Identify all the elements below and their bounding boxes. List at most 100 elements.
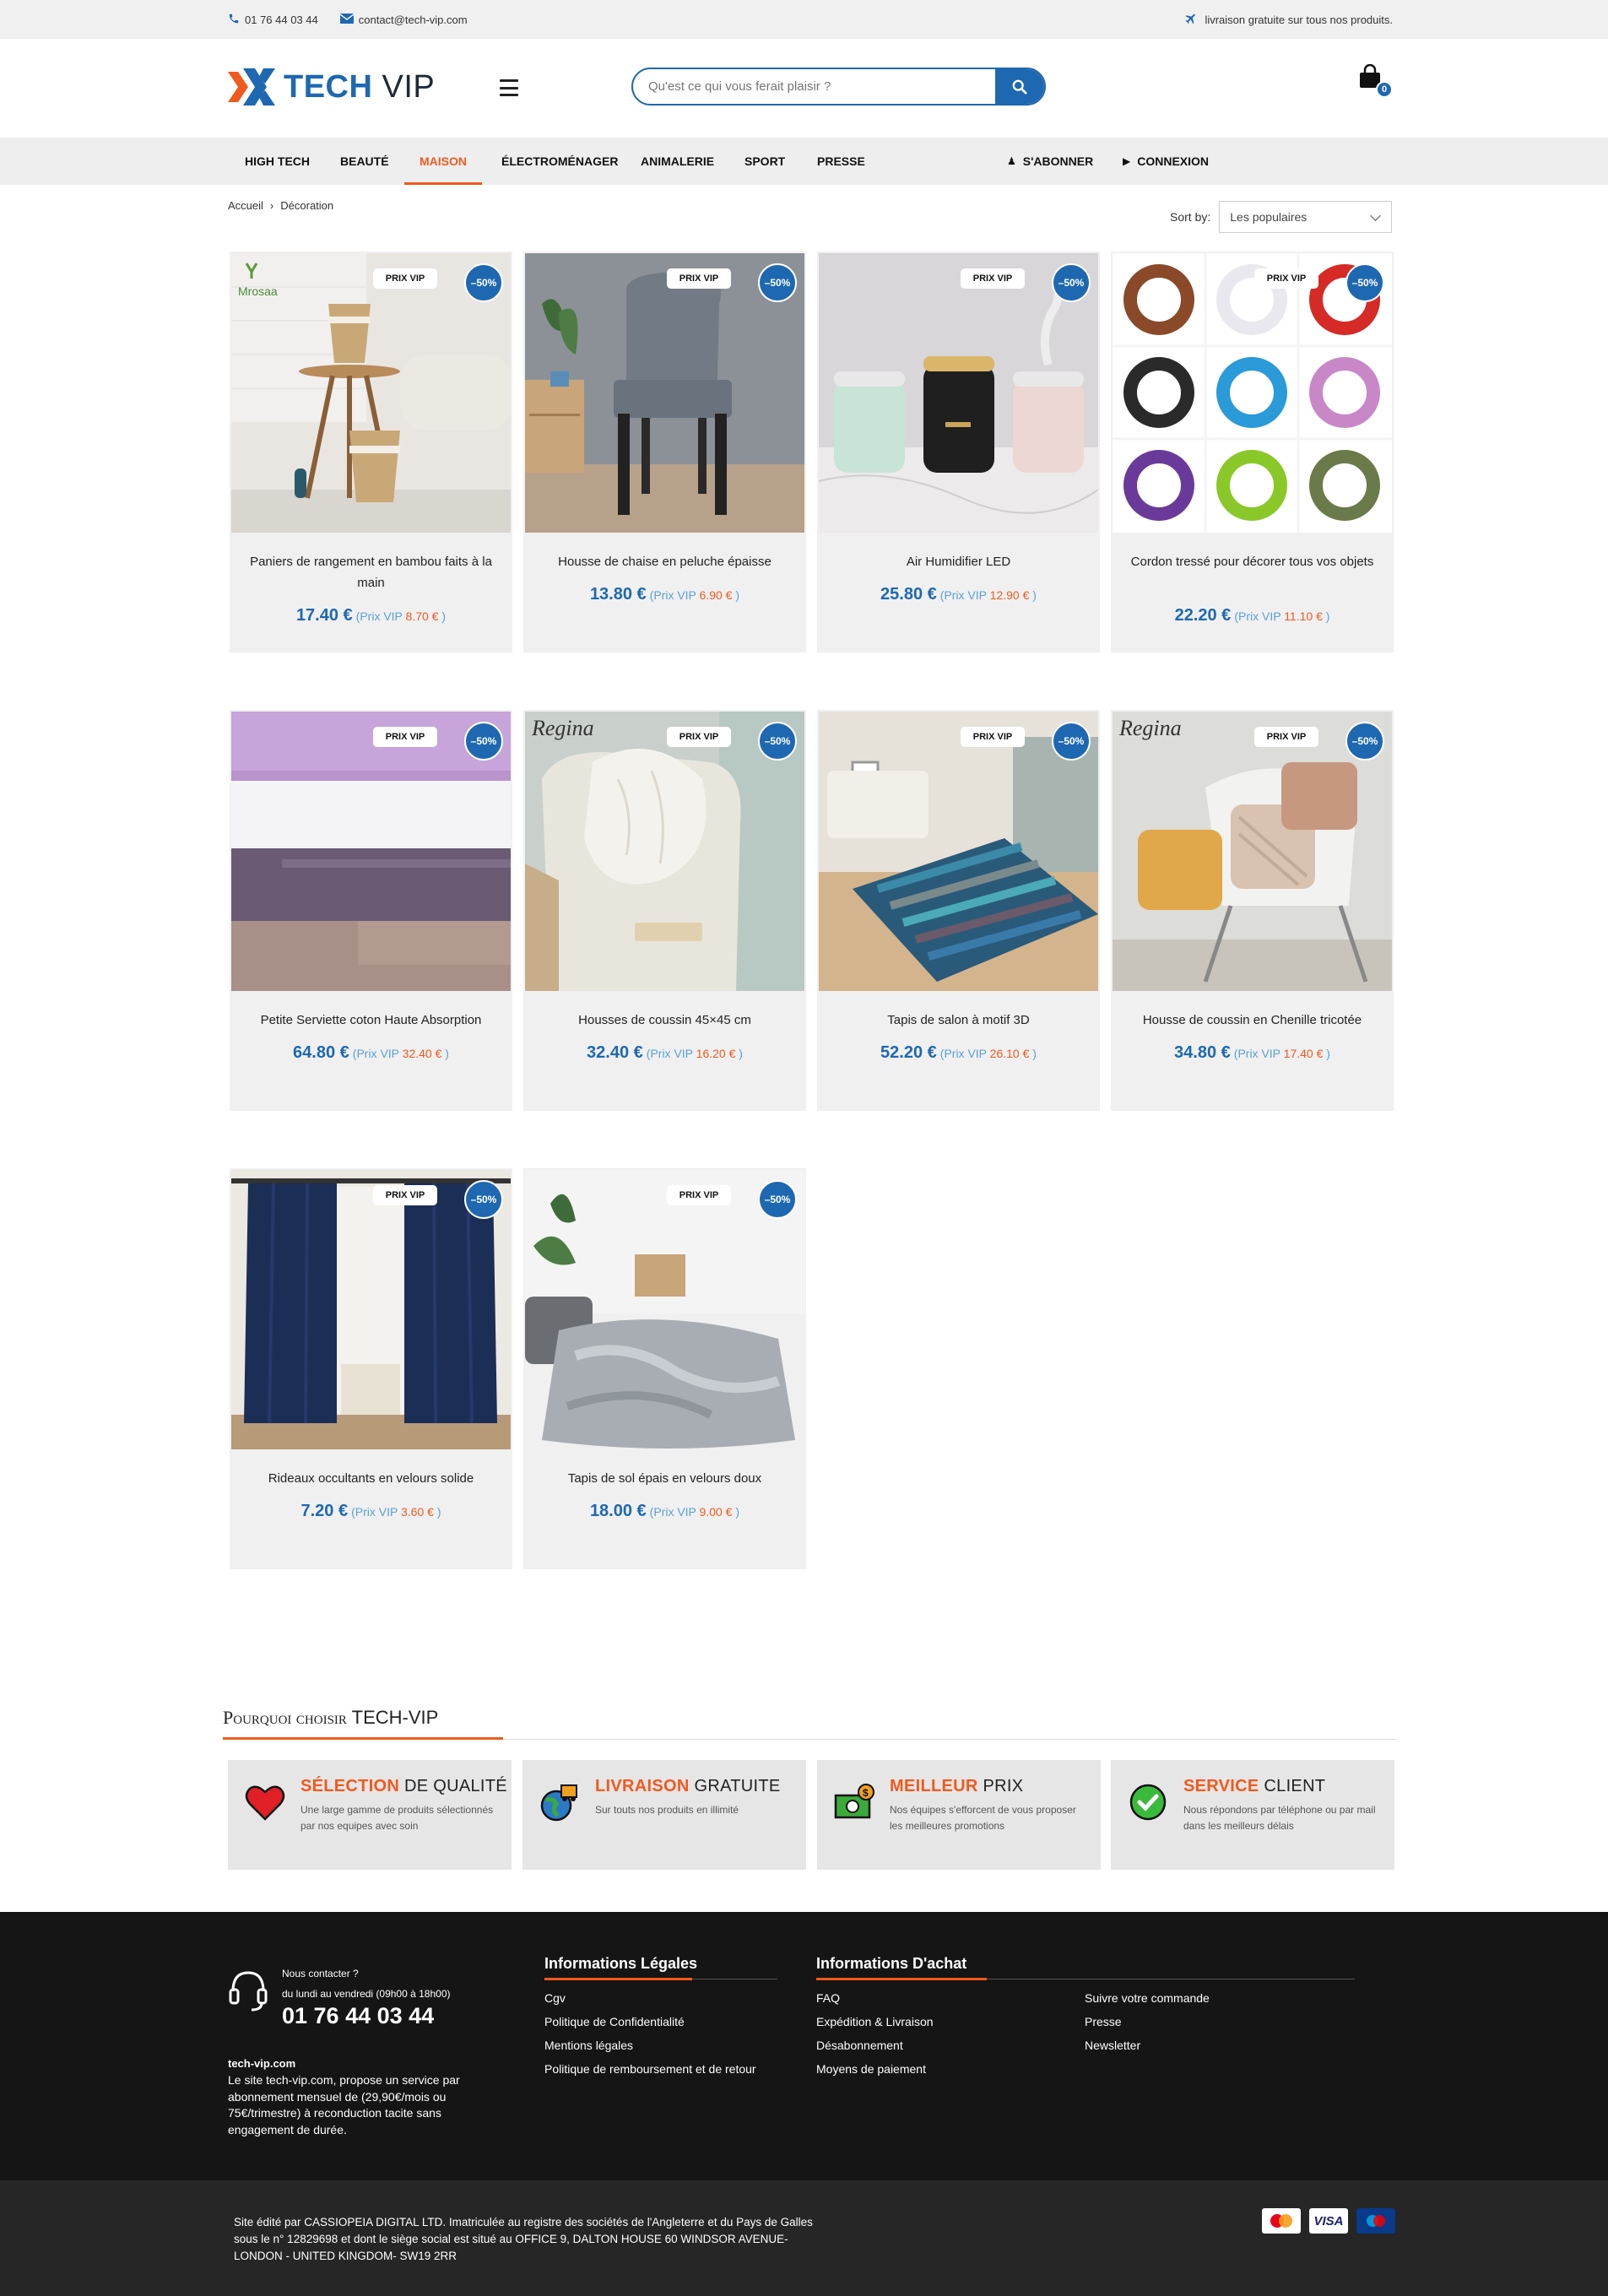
price-close: ) — [441, 609, 447, 623]
header: TECH VIP 0 — [0, 39, 1608, 138]
nav-item-maison[interactable]: MAISON — [404, 138, 482, 185]
price-current: 13.80 € — [589, 585, 647, 604]
search-input[interactable] — [633, 69, 995, 104]
divider-accent — [816, 1978, 987, 1980]
product-title[interactable]: Tapis de salon à motif 3D — [832, 1010, 1085, 1031]
breadcrumb-current: Décoration — [280, 199, 334, 212]
price-vip-label: (Prix VIP — [939, 1047, 987, 1060]
footer-link-press[interactable]: Presse — [1085, 2013, 1122, 2030]
purchase-heading: Informations D'achat — [816, 1955, 967, 1972]
product-title[interactable]: Tapis de sol épais en velours doux — [539, 1468, 791, 1489]
subscribe-link[interactable]: ♟ S'ABONNER — [1007, 138, 1093, 185]
regina-brand-logo: Regina — [1118, 716, 1182, 740]
discount-badge: –50% — [1052, 722, 1091, 761]
legal-text: Site édité par CASSIOPEIA DIGITAL LTD. I… — [234, 2216, 813, 2262]
vip-badge: PRIX VIP — [373, 268, 437, 289]
money-icon: $ — [834, 1784, 874, 1819]
footer-link-privacy[interactable]: Politique de Confidentialité — [544, 2013, 685, 2030]
nav-item-electromenager[interactable]: ÉLECTROMÉNAGER — [501, 138, 618, 185]
breadcrumb-separator: › — [269, 199, 274, 212]
product-card[interactable]: PRIX VIP –50% Cordon tressé pour décorer… — [1111, 252, 1394, 653]
sort-label: Sort by: — [1170, 210, 1211, 224]
product-card[interactable]: PRIX VIP –50% Rideaux occultants en velo… — [230, 1168, 512, 1569]
footer-link-payment[interactable]: Moyens de paiement — [816, 2060, 926, 2077]
product-title[interactable]: Paniers de rangement en bambou faits à l… — [245, 551, 497, 593]
logo-text-bold: TECH — [284, 68, 373, 105]
vip-badge: PRIX VIP — [1254, 727, 1318, 747]
search-button[interactable] — [995, 69, 1044, 104]
price-current: 34.80 € — [1174, 1043, 1231, 1062]
price-vip: 26.10 € — [989, 1047, 1030, 1060]
feature-text: Une large gamme de produits sélectionnés… — [300, 1804, 494, 1832]
product-card[interactable]: PRIX VIP –50% Air Humidifier LED 25.80 €… — [817, 252, 1100, 653]
footer-site-name: tech-vip.com — [228, 2057, 296, 2070]
breadcrumb-home[interactable]: Accueil — [228, 199, 263, 212]
footer-link-shipping[interactable]: Expédition & Livraison — [816, 2013, 934, 2030]
why-title-brand: TECH-VIP — [351, 1707, 439, 1728]
footer-link-unsubscribe[interactable]: Désabonnement — [816, 2037, 903, 2054]
price-vip-label: (Prix VIP — [355, 609, 403, 623]
login-label: CONNEXION — [1137, 154, 1210, 168]
product-card[interactable]: PRIX VIP –50% Petite Serviette coton Hau… — [230, 710, 512, 1111]
price-vip-label: (Prix VIP — [939, 588, 987, 602]
cart-count-badge: 0 — [1376, 81, 1393, 98]
product-title[interactable]: Rideaux occultants en velours solide — [245, 1468, 497, 1489]
price-close: ) — [735, 588, 740, 602]
price-vip: 9.00 € — [699, 1505, 733, 1519]
price-vip: 32.40 € — [402, 1047, 442, 1060]
feature-price: $ MEILLEUR PRIX Nos équipes s'efforcent … — [817, 1760, 1101, 1870]
product-price: 64.80 € (Prix VIP 32.40 € ) — [230, 1043, 512, 1063]
envelope-icon — [339, 13, 355, 26]
topbar-email[interactable]: contact@tech-vip.com — [359, 14, 468, 26]
price-vip-label: (Prix VIP — [646, 1047, 693, 1060]
product-card[interactable]: Mrosaa PRIX VIP –50% Paniers de rangemen… — [230, 252, 512, 653]
discount-badge: –50% — [1345, 263, 1384, 302]
product-title[interactable]: Cordon tressé pour décorer tous vos obje… — [1126, 551, 1378, 572]
product-price: 7.20 € (Prix VIP 3.60 € ) — [230, 1502, 512, 1521]
login-link[interactable]: ▶ CONNEXION — [1123, 138, 1209, 185]
product-title[interactable]: Petite Serviette coton Haute Absorption — [245, 1010, 497, 1031]
product-price: 25.80 € (Prix VIP 12.90 € ) — [817, 585, 1100, 604]
product-title[interactable]: Housses de coussin 45×45 cm — [539, 1010, 791, 1031]
footer-link-faq[interactable]: FAQ — [816, 1990, 840, 2006]
discount-badge: –50% — [464, 722, 503, 761]
nav-item-beaute[interactable]: BEAUTÉ — [340, 138, 389, 185]
price-vip: 16.20 € — [696, 1047, 736, 1060]
check-icon — [1129, 1784, 1167, 1821]
nav-item-animalerie[interactable]: ANIMALERIE — [641, 138, 714, 185]
vip-badge: PRIX VIP — [961, 727, 1025, 747]
footer-link-legal[interactable]: Mentions légales — [544, 2037, 633, 2054]
sort-select[interactable]: Les populaires — [1219, 201, 1393, 233]
footer-phone[interactable]: 01 76 44 03 44 — [282, 2003, 434, 2029]
product-title[interactable]: Housse de chaise en peluche épaisse — [539, 551, 791, 572]
product-title[interactable]: Housse de coussin en Chenille tricotée — [1126, 1010, 1378, 1031]
cart-button[interactable]: 0 — [1357, 63, 1393, 100]
logo-x-icon — [226, 65, 280, 109]
site-logo[interactable]: TECH VIP — [226, 66, 435, 108]
nav-item-sport[interactable]: SPORT — [744, 138, 785, 185]
product-card[interactable]: Regina PRIX VIP –50% Housse de coussin e… — [1111, 710, 1394, 1111]
legal-heading: Informations Légales — [544, 1955, 698, 1972]
footer-link-newsletter[interactable]: Newsletter — [1085, 2037, 1140, 2054]
product-card[interactable]: Regina PRIX VIP –50% Housses de coussin … — [523, 710, 806, 1111]
topbar-phone[interactable]: 01 76 44 03 44 — [245, 14, 318, 26]
price-vip: 6.90 € — [699, 588, 733, 602]
footer-link-refund[interactable]: Politique de remboursement et de retour — [544, 2060, 764, 2077]
product-title[interactable]: Air Humidifier LED — [832, 551, 1085, 572]
search-bar — [631, 68, 1046, 106]
nav-item-high-tech[interactable]: HIGH TECH — [245, 138, 310, 185]
price-current: 64.80 € — [293, 1043, 349, 1062]
nav-item-presse[interactable]: PRESSE — [817, 138, 865, 185]
product-card[interactable]: PRIX VIP –50% Tapis de salon à motif 3D … — [817, 710, 1100, 1111]
price-close: ) — [1032, 1047, 1037, 1060]
product-card[interactable]: PRIX VIP –50% Housse de chaise en peluch… — [523, 252, 806, 653]
product-price: 18.00 € (Prix VIP 9.00 € ) — [523, 1502, 806, 1521]
product-card[interactable]: PRIX VIP –50% Tapis de sol épais en velo… — [523, 1168, 806, 1569]
play-icon: ▶ — [1123, 155, 1131, 167]
price-vip-label: (Prix VIP — [351, 1505, 398, 1519]
footer-link-track[interactable]: Suivre votre commande — [1085, 1990, 1210, 2006]
footer-link-cgv[interactable]: Cgv — [544, 1990, 566, 2006]
menu-icon[interactable] — [500, 79, 518, 96]
product-price: 52.20 € (Prix VIP 26.10 € ) — [817, 1043, 1100, 1063]
regina-brand-logo: Regina — [531, 716, 594, 740]
